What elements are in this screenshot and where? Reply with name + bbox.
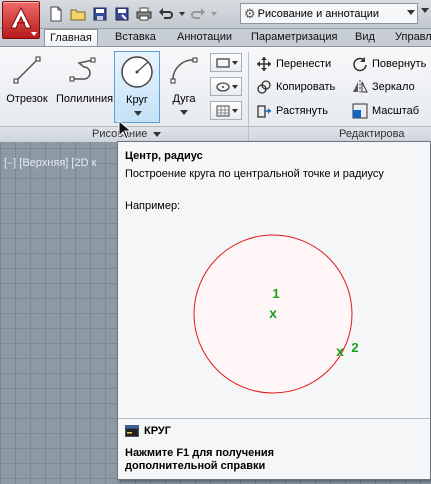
tab-view[interactable]: Вид [350,29,380,46]
chevron-down-icon [180,110,188,115]
line-button[interactable]: Отрезок [4,51,50,123]
rotate-button[interactable]: Повернуть [352,55,426,73]
scale-label: Масштаб [372,105,420,117]
undo-icon[interactable] [156,4,176,24]
command-name: КРУГ [144,425,171,437]
rectangle-button[interactable] [210,53,242,72]
point-2-label: 2 [351,340,358,355]
save-icon[interactable] [90,4,110,24]
open-icon[interactable] [68,4,88,24]
line-icon [13,56,41,84]
center-marker: x [269,305,277,321]
qat-customize-icon[interactable] [421,8,429,13]
radius-marker: x [336,343,344,359]
circle-label: Круг [126,94,148,106]
command-tooltip: Центр, радиус Построение круга по центра… [117,141,431,480]
stretch-label: Растянуть [276,105,328,117]
rectangle-icon [216,57,230,68]
arc-button[interactable]: Дуга [162,51,206,123]
polyline-label: Полилиния [56,93,114,105]
stretch-icon [257,105,271,118]
line-label: Отрезок [6,93,48,105]
command-line-icon [125,425,139,437]
tab-parametric[interactable]: Параметризация [246,29,342,46]
scale-icon [352,103,368,119]
ribbon-panel: Отрезок Полилиния Круг Дуга Перенести По… [0,46,431,143]
chevron-down-icon [232,109,238,113]
circle-button[interactable]: Круг [114,51,160,123]
chevron-down-icon [31,32,37,36]
redo-dropdown-icon[interactable] [210,4,218,24]
tooltip-description: Построение круга по центральной точке и … [125,168,384,180]
application-menu-button[interactable] [2,1,40,39]
copy-icon [257,80,271,94]
title-bar: ⚙ Рисование и аннотации [0,0,431,29]
polyline-icon [69,57,96,82]
undo-dropdown-icon[interactable] [178,4,186,24]
new-icon[interactable] [46,4,66,24]
chevron-down-icon [232,85,238,89]
move-label: Перенести [276,58,332,70]
chevron-down-icon [232,61,238,65]
quick-access-toolbar [46,4,218,24]
stretch-button[interactable]: Растянуть [256,102,328,120]
save-as-icon[interactable] [112,4,132,24]
autocad-logo-icon [10,6,32,29]
tab-insert[interactable]: Вставка [110,29,161,46]
print-icon[interactable] [134,4,154,24]
hatch-icon [216,105,230,116]
redo-icon[interactable] [188,4,208,24]
tooltip-help: Нажмите F1 для получения дополнительной … [125,447,275,472]
mouse-pointer-icon [118,120,132,140]
circle-icon [121,56,153,88]
rotate-icon [353,57,367,72]
tab-manage[interactable]: Управл [390,29,431,46]
ribbon-tabs: Главная Вставка Аннотации Параметризация… [0,29,431,47]
move-button[interactable]: Перенести [256,55,331,73]
copy-button[interactable]: Копировать [256,78,335,96]
viewport-controls[interactable]: [–] [Верхняя] [2D к [4,157,96,169]
ellipse-icon [216,81,230,92]
gradient-button[interactable] [210,101,242,120]
tab-home[interactable]: Главная [44,29,98,47]
scale-button[interactable]: Масштаб [352,102,419,120]
panel-title-bar: Рисование Редактирова [0,126,431,143]
point-1-label: 1 [272,286,279,301]
arc-label: Дуга [172,93,196,105]
mirror-label: Зеркало [372,81,415,93]
gear-icon: ⚙ [244,5,256,21]
copy-label: Копировать [276,81,336,93]
tab-annotate[interactable]: Аннотации [172,29,237,46]
tooltip-example-label: Например: [125,200,181,212]
chevron-down-icon [153,132,162,137]
rotate-label: Повернуть [372,58,427,70]
mirror-button[interactable]: Зеркало [352,78,415,96]
polyline-button[interactable]: Полилиния [56,51,114,123]
arc-icon [170,57,198,84]
tooltip-command: КРУГ [125,425,171,437]
tooltip-divider [118,418,430,419]
hatch-button[interactable] [210,77,242,96]
workspace-switcher[interactable]: ⚙ Рисование и аннотации [240,3,418,24]
chevron-down-icon [407,10,415,15]
chevron-down-icon [134,111,142,116]
modify-panel-title[interactable]: Редактирова [339,128,404,140]
move-icon [257,57,271,71]
circle-illustration: 1 x x 2 [193,234,358,394]
workspace-label: Рисование и аннотации [257,7,380,20]
tooltip-title: Центр, радиус [125,150,203,162]
mirror-icon [353,80,368,94]
